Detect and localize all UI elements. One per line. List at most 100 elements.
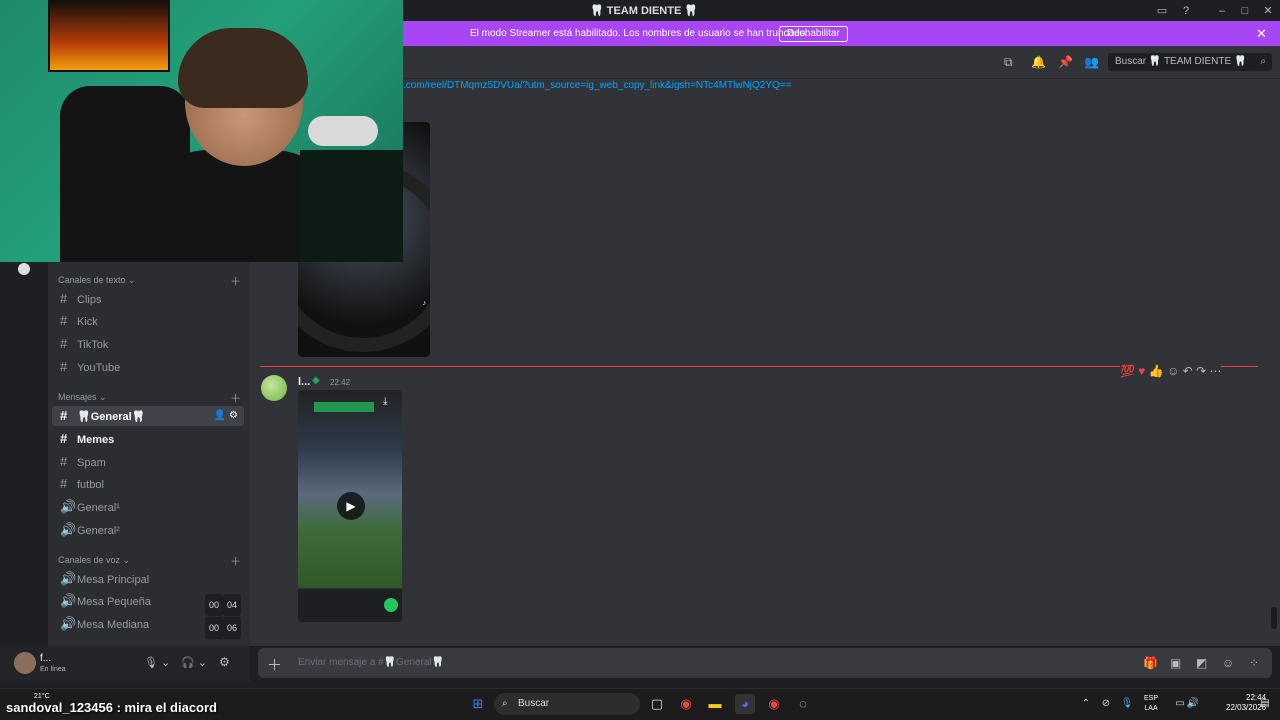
settings-icon[interactable]: ⚙	[219, 655, 230, 669]
tiktok-watermark-icon: ♪	[422, 300, 427, 307]
play-icon[interactable]: ▶	[337, 492, 365, 520]
headphones-icon[interactable]: 🎧 ⌄	[181, 656, 207, 669]
hash-icon: #	[60, 408, 68, 423]
hash-icon: #	[60, 359, 68, 374]
more-icon[interactable]: ⋯	[1209, 364, 1221, 378]
channel-futbol[interactable]: # futbol	[52, 474, 244, 494]
message-timestamp: 22:42	[330, 378, 351, 387]
emoji-icon[interactable]: ☺	[1222, 656, 1234, 670]
network-icon[interactable]: ⊘	[1096, 694, 1116, 714]
speaker-icon: 🔊	[60, 522, 77, 537]
user-panel	[0, 646, 250, 682]
channel-clips[interactable]: # Clips	[52, 289, 244, 309]
gift-icon[interactable]: 🎁	[1143, 656, 1158, 670]
hash-icon: #	[60, 336, 68, 351]
sticker-icon[interactable]: ◩	[1196, 656, 1207, 670]
download-icon[interactable]: ⤓	[383, 396, 387, 407]
avatar[interactable]	[261, 375, 287, 401]
heart-reaction-icon[interactable]: ♥	[1138, 364, 1145, 378]
channel-general[interactable]: # 🦷General🦷 👤 ⚙	[52, 406, 244, 426]
minimize-button[interactable]: –	[1214, 3, 1230, 19]
apps-icon[interactable]: ⁘	[1249, 656, 1259, 670]
hash-icon: #	[60, 476, 68, 491]
chrome-icon[interactable]: ◉	[676, 694, 696, 714]
window-title: 🦷 TEAM DIENTE 🦷	[590, 5, 699, 17]
new-messages-divider	[260, 366, 1258, 367]
discord-icon[interactable]: ◕	[735, 694, 755, 714]
voice-channel-mesa-principal[interactable]: 🔊Mesa Principal	[52, 569, 244, 589]
search-icon: ⌕	[502, 698, 508, 709]
server-icon[interactable]	[18, 263, 30, 275]
help-icon[interactable]: ?	[1178, 3, 1194, 19]
notification-icon[interactable]: ▤	[1255, 694, 1275, 714]
weather-widget[interactable]: 21°C	[34, 693, 50, 700]
speaker-icon: 🔊	[60, 499, 77, 514]
disable-streamer-button[interactable]: Deshabilitar	[779, 26, 848, 42]
add-channel-icon[interactable]: ＋	[230, 273, 241, 289]
search-icon: ⌕	[1260, 56, 1266, 67]
server-list	[0, 262, 48, 682]
user-limit: 04	[223, 594, 242, 616]
start-icon[interactable]: ⊞	[468, 694, 488, 714]
channel-tiktok[interactable]: # TikTok	[52, 334, 244, 354]
microphone	[308, 116, 378, 146]
speaker-icon: 🔊	[60, 593, 77, 608]
channel-kick[interactable]: # Kick	[52, 311, 244, 331]
user-count: 00	[205, 594, 224, 616]
add-channel-icon[interactable]: ＋	[230, 390, 241, 406]
pin-icon[interactable]: 📌	[1058, 55, 1073, 69]
file-explorer-icon[interactable]: ▬	[705, 694, 725, 714]
settings-icon[interactable]: 👤 ⚙	[214, 406, 238, 426]
composer-placeholder: Enviar mensaje a #🦷General🦷	[298, 657, 445, 668]
hash-icon: #	[60, 431, 68, 446]
user-count: 00	[205, 617, 224, 639]
close-window-button[interactable]: ✕	[1260, 3, 1276, 19]
avatar[interactable]	[14, 652, 36, 674]
message-author[interactable]: l...	[298, 376, 310, 388]
microphone-icon[interactable]: 🎙 ⌄	[144, 656, 170, 669]
plus-icon[interactable]: ＋	[267, 654, 282, 675]
chrome-icon[interactable]: ◉	[764, 694, 784, 714]
volume-icon[interactable]: 🔊	[1183, 694, 1203, 714]
thumbs-up-reaction-icon[interactable]: 👍	[1149, 364, 1164, 378]
message-link[interactable]: .com/reel/DTMqmz5DVUa/?utm_source=ig_web…	[403, 80, 792, 91]
category-text-channels[interactable]: Canales de texto ⌄	[58, 275, 136, 286]
gif-icon[interactable]: ▣	[1170, 656, 1181, 670]
bell-icon[interactable]: 🔔	[1031, 55, 1046, 69]
forward-icon[interactable]: ↷	[1196, 364, 1206, 378]
background-door	[300, 150, 403, 262]
threads-icon[interactable]: ⧉	[1004, 55, 1013, 70]
reply-icon[interactable]: ↶	[1183, 364, 1193, 378]
user-status: En línea	[40, 666, 66, 673]
voice-channel-mesa-mediana[interactable]: 🔊Mesa Mediana 00 06	[52, 614, 244, 639]
fireplace-painting	[48, 0, 170, 72]
voice-channel-mesa-pequena[interactable]: 🔊Mesa Pequeña 00 04	[52, 591, 244, 616]
voice-channel-general2[interactable]: 🔊General²	[52, 520, 244, 540]
channel-spam[interactable]: # Spam	[52, 452, 244, 472]
maximize-button[interactable]: □	[1237, 3, 1253, 19]
close-icon[interactable]: ✕	[1256, 26, 1267, 42]
scrollbar[interactable]	[1271, 607, 1277, 629]
taskbar-search[interactable]: ⌕ Buscar	[494, 693, 640, 715]
message-actions: 💯 ♥ 👍 ☺ ↶ ↷ ⋯	[1120, 364, 1222, 384]
voice-channel-general1[interactable]: 🔊General¹	[52, 497, 244, 517]
chevron-up-icon[interactable]: ⌃	[1076, 694, 1096, 714]
add-channel-icon[interactable]: ＋	[230, 553, 241, 569]
speaker-icon: 🔊	[60, 571, 77, 586]
category-messages[interactable]: Mensajes ⌄	[58, 392, 107, 403]
language-indicator[interactable]: ESP LAA	[1144, 694, 1158, 714]
channel-youtube[interactable]: # YouTube	[52, 357, 244, 377]
microphone-icon[interactable]: 🎙	[1117, 694, 1137, 714]
add-reaction-icon[interactable]: ☺	[1167, 364, 1179, 378]
inbox-icon[interactable]: ▭	[1154, 3, 1170, 19]
members-icon[interactable]: 👥	[1084, 55, 1099, 69]
channel-memes[interactable]: # Memes	[52, 429, 244, 449]
hash-icon: #	[60, 291, 68, 306]
speaker-icon: 🔊	[60, 616, 77, 631]
person-hair	[178, 28, 308, 108]
hundred-reaction-icon[interactable]: 💯	[1120, 364, 1135, 378]
category-voice-channels[interactable]: Canales de voz ⌄	[58, 555, 130, 566]
search-input[interactable]: Buscar 🦷 TEAM DIENTE 🦷 ⌕	[1108, 53, 1272, 71]
app-icon[interactable]: ◌	[793, 694, 813, 714]
task-view-icon[interactable]: ▢	[647, 694, 667, 714]
